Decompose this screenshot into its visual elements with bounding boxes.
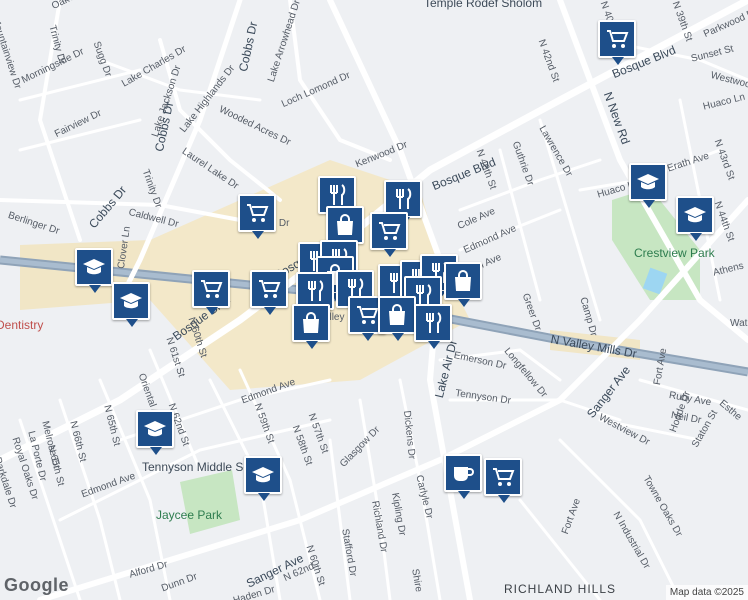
poi-marker-school[interactable] [112, 282, 150, 327]
map-attribution[interactable]: Map data ©2025 [665, 585, 748, 600]
poi-marker-cart[interactable] [192, 270, 230, 315]
map-label: Temple Rodef Sholom [424, 0, 543, 10]
poi-marker-school[interactable] [629, 163, 667, 208]
poi-marker-bag[interactable] [444, 262, 482, 307]
map-label: Crestview Park [634, 246, 715, 260]
poi-marker-school[interactable] [676, 196, 714, 241]
map-label: Dentistry [0, 318, 44, 332]
poi-marker-food[interactable] [414, 304, 452, 349]
poi-marker-school[interactable] [136, 410, 174, 455]
map-label: Wat [730, 318, 748, 329]
poi-marker-cart[interactable] [598, 20, 636, 65]
poi-marker-bag[interactable] [292, 304, 330, 349]
poi-marker-cart[interactable] [484, 458, 522, 503]
poi-marker-bag[interactable] [326, 206, 364, 251]
poi-marker-cart[interactable] [250, 270, 288, 315]
poi-marker-cup[interactable] [444, 454, 482, 499]
map-label: Jaycee Park [156, 508, 223, 522]
map-label: RICHLAND HILLS [504, 582, 617, 596]
map-view[interactable]: Temple Rodef SholomOakview StLake Charle… [0, 0, 748, 600]
poi-marker-school[interactable] [244, 456, 282, 501]
poi-marker-school[interactable] [75, 248, 113, 293]
poi-marker-cart[interactable] [370, 212, 408, 257]
google-logo: Google [4, 575, 69, 595]
poi-marker-cart[interactable] [238, 194, 276, 239]
poi-marker-bag[interactable] [378, 296, 416, 341]
